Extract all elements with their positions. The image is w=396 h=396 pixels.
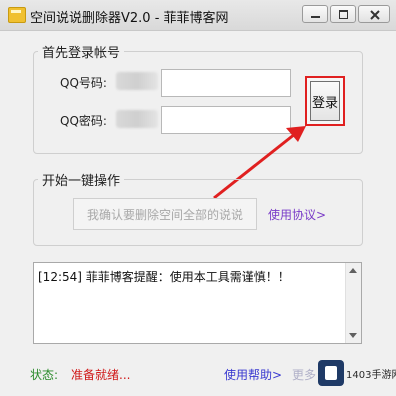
app-icon: [8, 7, 26, 23]
watermark: 1403手游网: [318, 354, 396, 396]
login-group-legend: 首先登录帐号: [42, 46, 121, 61]
help-link[interactable]: 使用帮助>: [224, 366, 282, 383]
qq-password-label: QQ密码:: [60, 114, 107, 128]
watermark-logo-icon: [318, 360, 344, 386]
log-box[interactable]: [12:54] 菲菲博客提醒：使用本工具需谨慎！！: [33, 262, 362, 344]
action-group-legend: 开始一键操作: [42, 174, 121, 189]
login-button[interactable]: 登录: [310, 81, 340, 121]
redacted-content: [116, 110, 158, 128]
log-line: [12:54] 菲菲博客提醒：使用本工具需谨慎！！: [38, 270, 290, 284]
scroll-up-icon[interactable]: [349, 268, 357, 273]
qq-number-label: QQ号码:: [60, 76, 107, 90]
watermark-text: 1403手游网: [346, 370, 396, 381]
qq-number-input[interactable]: [161, 69, 291, 97]
more-link[interactable]: 更多: [292, 366, 316, 383]
title-bar: 空间说说删除器V2.0 - 菲菲博客网: [0, 0, 396, 31]
status-label: 状态:: [30, 368, 59, 382]
status-value: 准备就绪...: [71, 368, 131, 382]
close-icon: [370, 10, 380, 20]
delete-all-button[interactable]: 我确认要删除空间全部的说说: [73, 198, 257, 230]
qq-password-input[interactable]: [161, 106, 291, 134]
log-scrollbar[interactable]: [345, 263, 361, 343]
window-title: 空间说说删除器V2.0 - 菲菲博客网: [30, 11, 229, 26]
redacted-content: [116, 72, 158, 90]
login-button-highlight: 登录: [305, 76, 345, 126]
maximize-button[interactable]: [330, 5, 356, 23]
agreement-link[interactable]: 使用协议>: [268, 206, 326, 223]
close-button[interactable]: [358, 5, 390, 23]
minimize-button[interactable]: [302, 5, 328, 23]
scroll-down-icon[interactable]: [349, 333, 357, 338]
